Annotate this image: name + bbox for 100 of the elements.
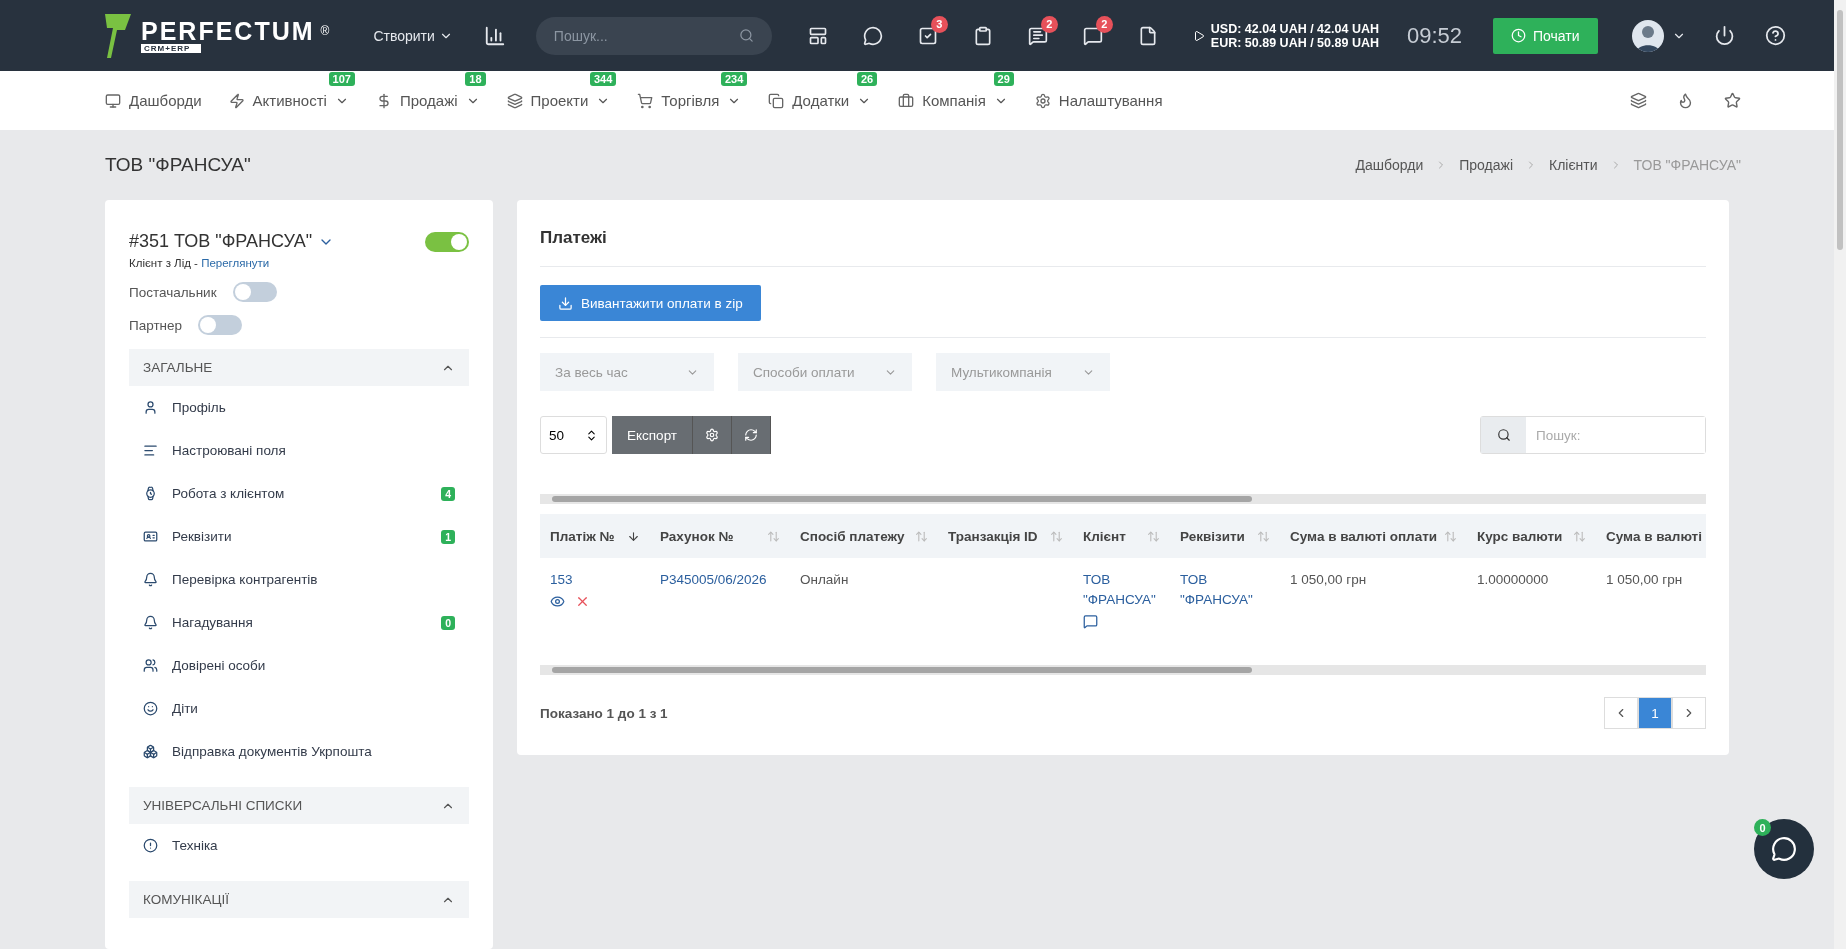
column-header[interactable]: Сума в валюті оплати	[1280, 514, 1467, 558]
breadcrumb[interactable]: Клієнти	[1549, 157, 1598, 173]
clock-time: 09:52	[1406, 22, 1463, 49]
section-header[interactable]: КОМУНІКАЦІЇ	[129, 881, 469, 918]
view-link[interactable]: Переглянути	[201, 257, 270, 269]
sidebar-item[interactable]: Нагадування 0	[129, 601, 469, 644]
count-badge: 3	[930, 15, 948, 33]
sidebar-item[interactable]: Діти	[129, 687, 469, 730]
horizontal-scrollbar[interactable]	[540, 665, 1706, 675]
column-header[interactable]: Курс валюти	[1467, 514, 1596, 558]
up-down-icon	[585, 428, 598, 442]
bell-icon	[143, 572, 158, 587]
sidebar-item[interactable]: Профіль	[129, 386, 469, 429]
sidebar-item[interactable]: Настроювані поля	[129, 429, 469, 472]
tasks-icon[interactable]	[917, 25, 938, 46]
table-search-field[interactable]: Пошук:	[1480, 416, 1706, 454]
flame-icon[interactable]	[1677, 92, 1694, 109]
briefcase-icon	[898, 92, 915, 109]
monitor-icon	[105, 92, 121, 109]
sidebar-item[interactable]: Довірені особи	[129, 644, 469, 687]
play-icon	[1192, 29, 1205, 42]
delete-icon[interactable]	[575, 594, 590, 609]
page-button[interactable]: 1	[1638, 697, 1672, 729]
sidebar-item[interactable]: Відправка документів Укрпошта	[129, 730, 469, 773]
count-badge: 234	[720, 72, 748, 86]
create-menu[interactable]: Створити	[367, 26, 459, 45]
card-title: Платежі	[540, 228, 1706, 267]
details-link[interactable]: ТОВ "ФРАНСУА"	[1180, 570, 1270, 610]
bar-chart-icon[interactable]	[483, 24, 506, 47]
view-icon[interactable]	[550, 594, 565, 609]
boxes-icon	[143, 744, 158, 759]
logo-subtitle: CRM+ERP	[141, 44, 201, 53]
page-size-select[interactable]: 50	[540, 416, 607, 454]
toggle-switch[interactable]	[232, 282, 277, 302]
column-header[interactable]: Клієнт	[1073, 514, 1170, 558]
sidebar-item[interactable]: Реквізити 1	[129, 515, 469, 558]
power-icon[interactable]	[1713, 25, 1735, 46]
section-header[interactable]: ЗАГАЛЬНЕ	[129, 349, 469, 386]
settings-icon	[705, 428, 720, 442]
table-cell: 1 050,00 грн	[1606, 572, 1683, 587]
page-title: ТОВ "ФРАНСУА"	[105, 154, 251, 176]
table-summary: Показано 1 до 1 з 1	[540, 705, 668, 721]
horizontal-scrollbar[interactable]	[540, 494, 1706, 504]
download-button[interactable]: Вивантажити оплати в zip	[540, 285, 761, 321]
count-badge: 26	[856, 72, 878, 86]
card-icon	[143, 529, 158, 544]
toggle-label: Постачальник	[129, 284, 217, 300]
column-header[interactable]: Спосіб платежу	[790, 514, 938, 558]
lines-icon	[143, 443, 158, 458]
client-link[interactable]: ТОВ "ФРАНСУА"	[1083, 570, 1160, 610]
gear-icon	[1034, 92, 1051, 109]
active-toggle[interactable]	[425, 231, 469, 252]
count-badge: 0	[1754, 819, 1771, 836]
nav-item[interactable]: Налаштування	[1034, 92, 1163, 109]
comments-icon[interactable]	[1027, 25, 1048, 46]
comment-icon[interactable]	[1083, 614, 1098, 629]
vertical-scrollbar[interactable]	[1834, 0, 1846, 949]
alert-icon	[143, 838, 158, 853]
count-badge: 2	[1040, 15, 1058, 33]
sidebar-item[interactable]: Робота з клієнтом 4	[129, 472, 469, 515]
client-title[interactable]: #351 ТОВ "ФРАНСУА"	[129, 231, 335, 252]
count-badge: 107	[328, 72, 355, 86]
settings-button[interactable]	[693, 416, 733, 454]
layers-icon[interactable]	[1630, 92, 1647, 109]
breadcrumb[interactable]: Продажі	[1459, 157, 1514, 173]
count-badge: 0	[441, 615, 455, 630]
toggle-switch[interactable]	[198, 315, 243, 335]
section-header[interactable]: УНІВЕРСАЛЬНІ СПИСКИ	[129, 787, 469, 824]
logo-text: PERFECTUM	[141, 18, 315, 44]
count-badge: 4	[441, 486, 455, 501]
column-header[interactable]: Транзакція ID	[938, 514, 1073, 558]
clock-icon	[1511, 28, 1527, 43]
star-icon[interactable]	[1724, 92, 1741, 109]
column-header[interactable]: Реквізити	[1170, 514, 1280, 558]
messages-icon[interactable]	[1082, 25, 1103, 46]
sort-desc-icon[interactable]	[627, 529, 640, 543]
table-cell: Онлайн	[800, 572, 849, 587]
watch-icon	[143, 486, 158, 501]
column-header[interactable]: Платіж №	[540, 514, 650, 558]
layout-icon[interactable]	[807, 25, 828, 46]
count-badge: 2	[1095, 15, 1113, 33]
column-header[interactable]: Рахунок №	[650, 514, 790, 558]
sidebar-item[interactable]: Техніка	[129, 824, 469, 867]
smile-icon	[143, 701, 158, 716]
help-icon[interactable]	[1764, 25, 1786, 46]
payment-link[interactable]: 153	[550, 570, 640, 590]
currency-rate: EUR: 50.89 UAH / 50.89 UAH	[1210, 35, 1379, 50]
nav-item[interactable]: Дашборди	[105, 92, 202, 109]
toggle-label: Партнер	[129, 317, 183, 333]
count-badge: 18	[465, 72, 486, 86]
export-button[interactable]: Експорт	[612, 416, 694, 454]
chat-icon[interactable]	[862, 25, 883, 46]
layers-icon	[506, 92, 523, 109]
sidebar-item[interactable]: Перевірка контрагентів	[129, 558, 469, 601]
avatar[interactable]	[1631, 19, 1664, 52]
count-badge: 29	[993, 72, 1014, 86]
invoice-link[interactable]: Р345005/06/2026	[660, 570, 780, 590]
refresh-button[interactable]	[732, 416, 772, 454]
column-header[interactable]: Сума в валюті	[1596, 514, 1706, 558]
breadcrumb[interactable]: Дашборди	[1355, 157, 1424, 173]
